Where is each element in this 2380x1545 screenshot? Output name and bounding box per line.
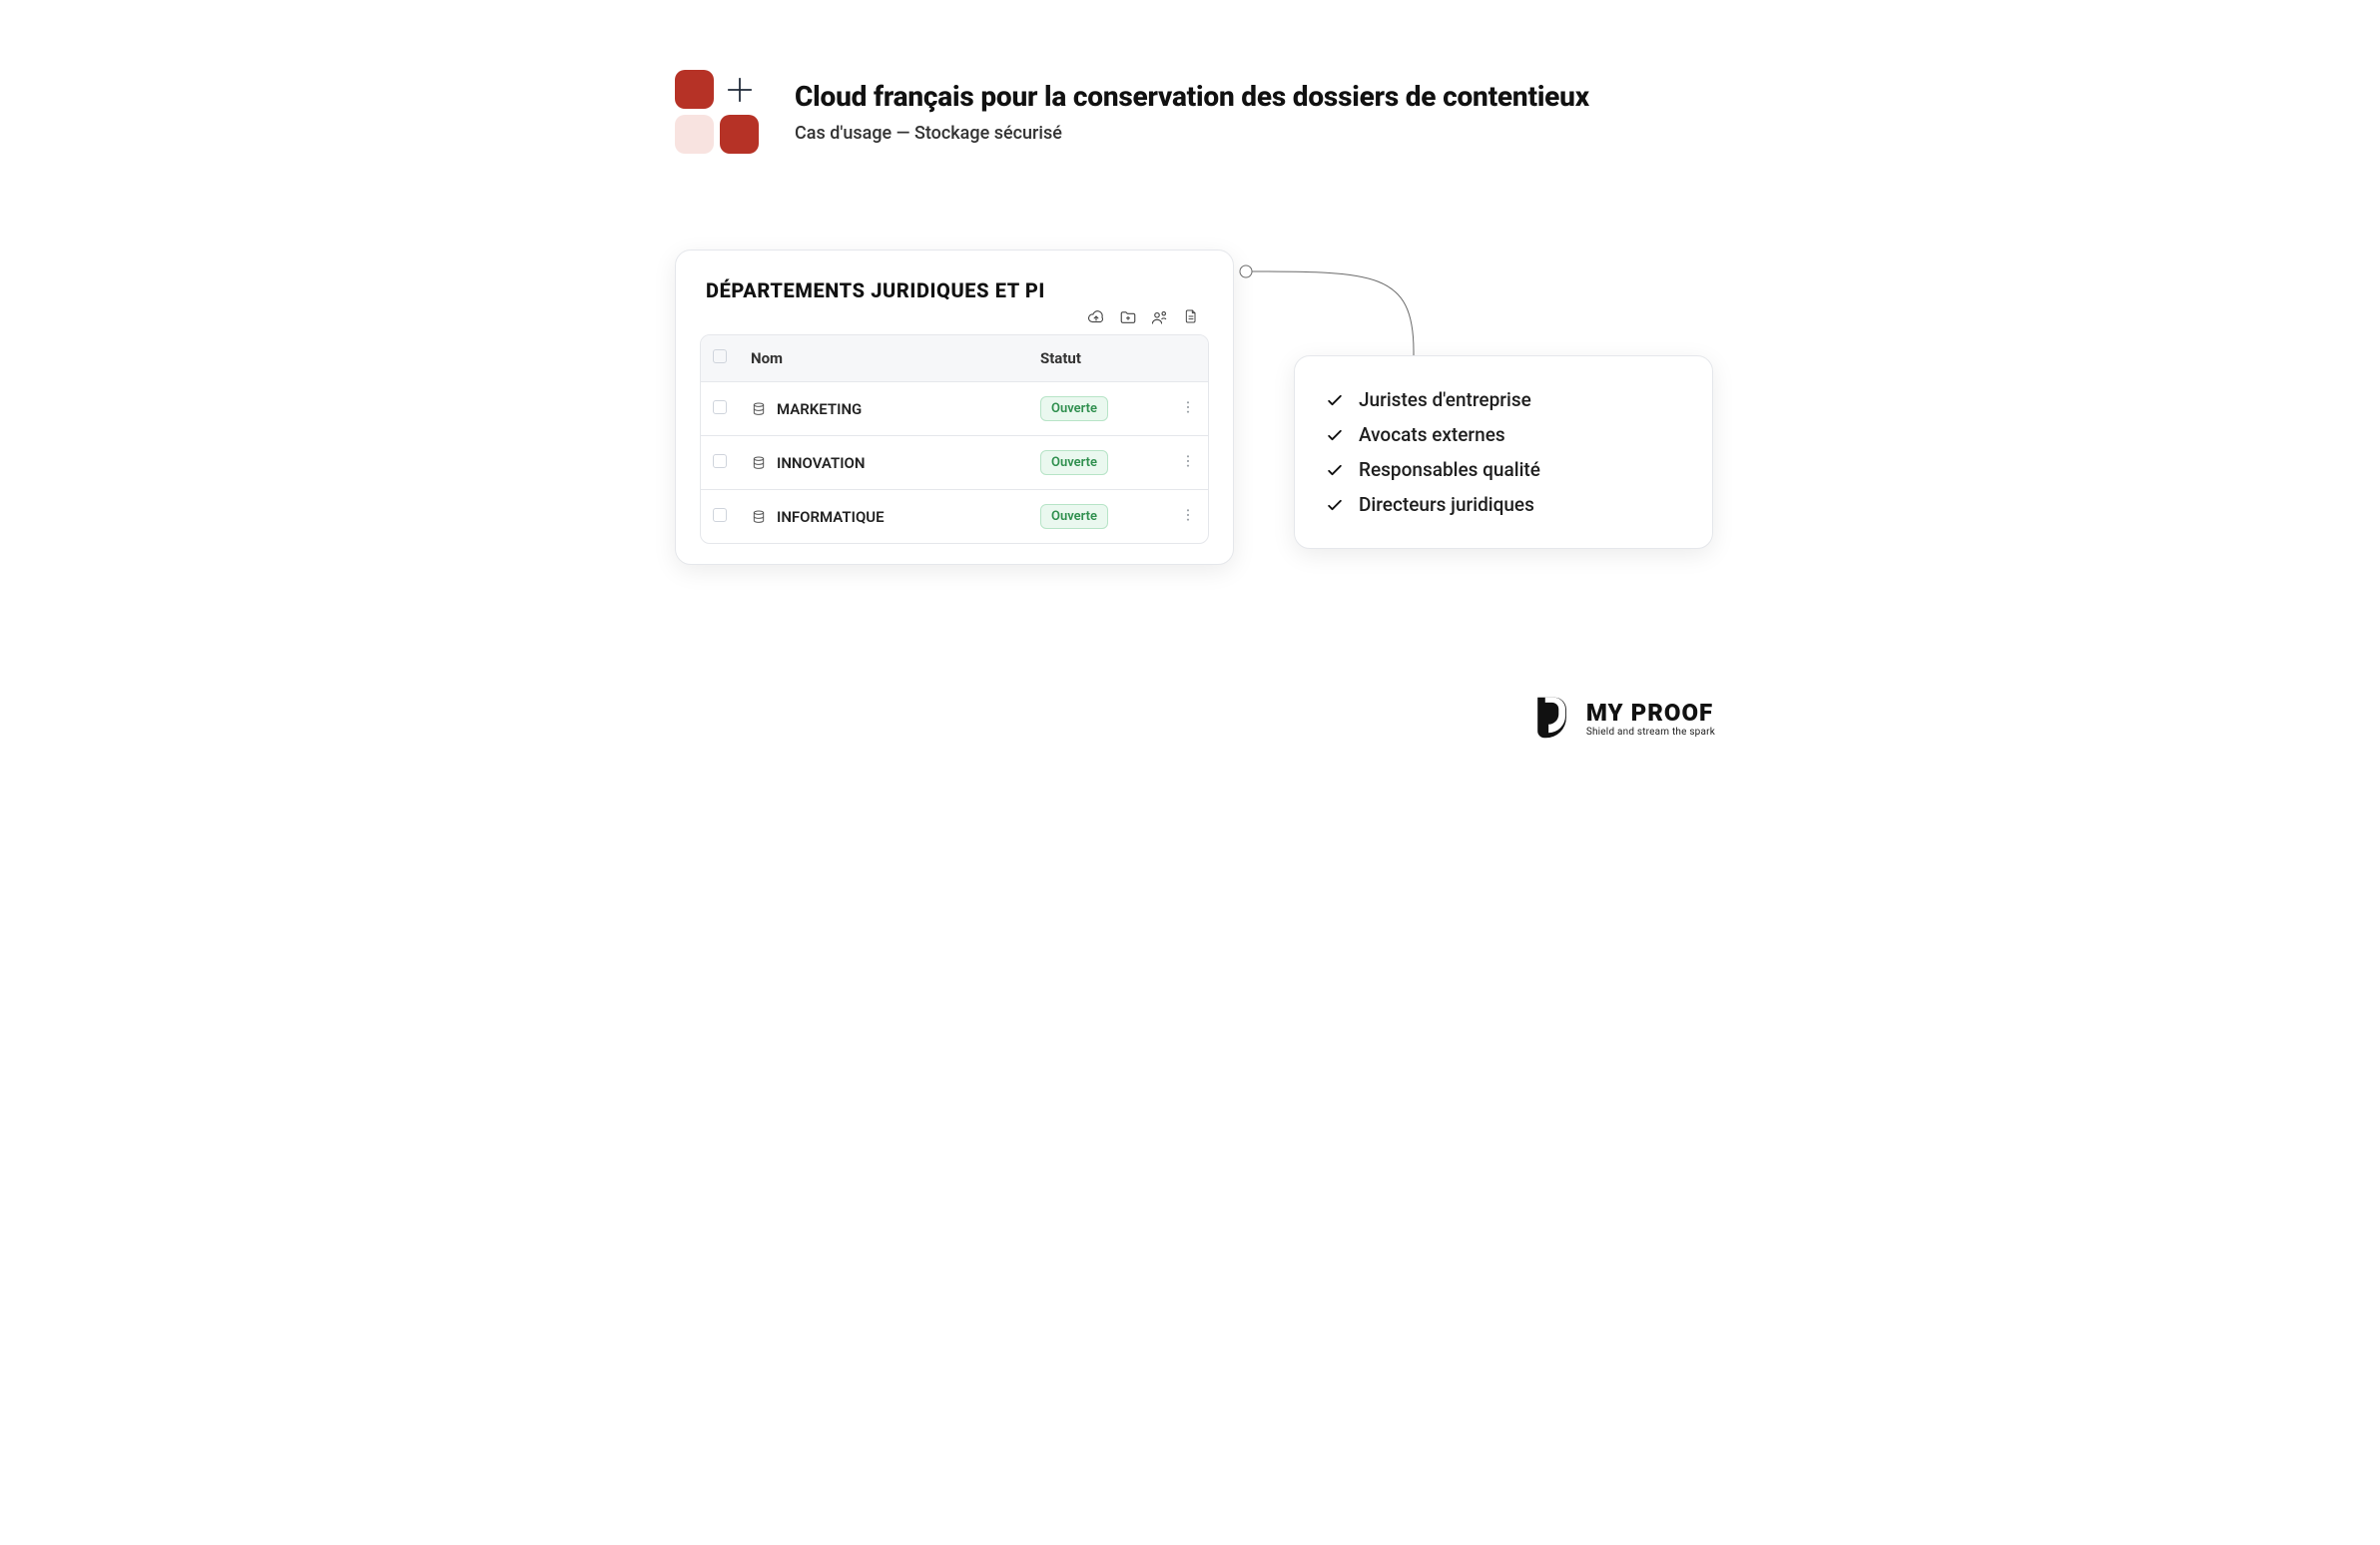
new-folder-icon[interactable]	[1119, 308, 1137, 326]
audience-item: Directeurs juridiques	[1325, 487, 1682, 522]
table-row[interactable]: MARKETING Ouverte	[701, 381, 1208, 435]
table-row[interactable]: INFORMATIQUE Ouverte	[701, 489, 1208, 543]
document-icon[interactable]	[1183, 308, 1201, 326]
panel-actions	[700, 308, 1209, 334]
row-checkbox[interactable]	[713, 400, 727, 414]
page-subtitle: Cas d'usage — Stockage sécurisé	[795, 123, 1589, 144]
audience-label: Avocats externes	[1359, 423, 1505, 446]
audience-item: Avocats externes	[1325, 417, 1682, 452]
check-icon	[1325, 390, 1345, 410]
check-icon	[1325, 460, 1345, 480]
brand-tagline: Shield and stream the spark	[1586, 727, 1715, 738]
table-row[interactable]: INNOVATION Ouverte	[701, 435, 1208, 489]
brand-tile	[675, 115, 714, 154]
audience-label: Directeurs juridiques	[1359, 493, 1534, 516]
row-name: MARKETING	[777, 400, 862, 418]
brand-tile	[675, 70, 714, 109]
plus-icon	[720, 70, 759, 109]
page-header: Cloud français pour la conservation des …	[675, 70, 1589, 154]
footer-brand: MY PROOF Shield and stream the spark	[1522, 691, 1715, 745]
departments-panel: DÉPARTEMENTS JURIDIQUES ET PI	[675, 250, 1234, 565]
select-all-checkbox[interactable]	[713, 349, 727, 363]
status-badge: Ouverte	[1040, 450, 1108, 475]
audience-panel: Juristes d'entreprise Avocats externes Res…	[1294, 355, 1713, 549]
row-checkbox[interactable]	[713, 508, 727, 522]
check-icon	[1325, 425, 1345, 445]
cloud-upload-icon[interactable]	[1087, 308, 1105, 326]
row-more-button[interactable]	[1180, 455, 1196, 473]
column-header-name: Nom	[739, 335, 1028, 381]
page-title: Cloud français pour la conservation des …	[795, 80, 1589, 113]
title-block: Cloud français pour la conservation des …	[795, 80, 1589, 144]
audience-label: Responsables qualité	[1359, 458, 1540, 481]
row-checkbox[interactable]	[713, 454, 727, 468]
database-icon	[751, 509, 767, 525]
audience-item: Responsables qualité	[1325, 452, 1682, 487]
row-name: INNOVATION	[777, 454, 866, 472]
row-name: INFORMATIQUE	[777, 508, 885, 526]
departments-table: Nom Statut MARKETING Ouverte INNOVATION Ouv…	[700, 334, 1209, 544]
row-more-button[interactable]	[1180, 509, 1196, 527]
database-icon	[751, 455, 767, 471]
departments-title: DÉPARTEMENTS JURIDIQUES ET PI	[706, 278, 1205, 302]
column-header-status: Statut	[1028, 335, 1168, 381]
brand-mark	[675, 70, 759, 154]
brand-tile	[720, 115, 759, 154]
share-users-icon[interactable]	[1151, 308, 1169, 326]
brand-name: MY PROOF	[1586, 699, 1715, 727]
row-more-button[interactable]	[1180, 401, 1196, 419]
status-badge: Ouverte	[1040, 504, 1108, 529]
status-badge: Ouverte	[1040, 396, 1108, 421]
audience-item: Juristes d'entreprise	[1325, 382, 1682, 417]
audience-label: Juristes d'entreprise	[1359, 388, 1531, 411]
brand-shield-icon	[1522, 691, 1576, 745]
check-icon	[1325, 495, 1345, 515]
database-icon	[751, 401, 767, 417]
